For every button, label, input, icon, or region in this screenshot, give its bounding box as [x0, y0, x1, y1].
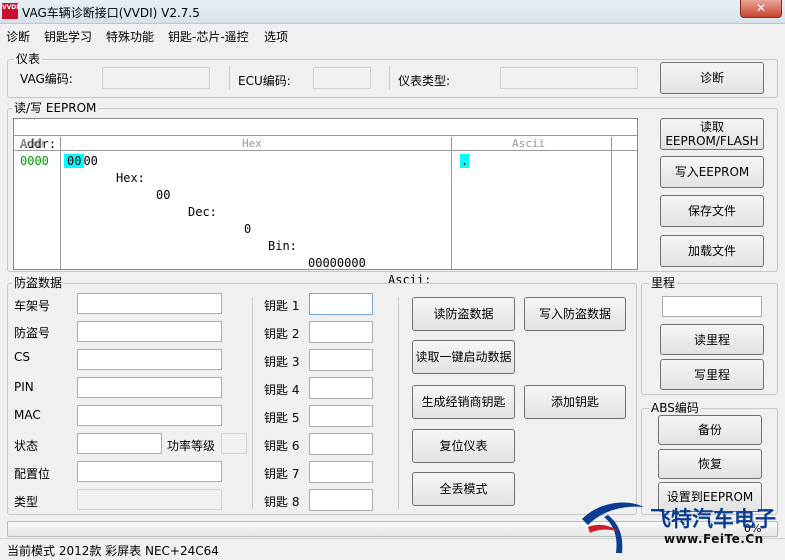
reset-cluster-button[interactable]: 复位仪表 — [412, 429, 515, 463]
write-eeprom-button[interactable]: 写入EEPROM — [660, 156, 764, 188]
immo-group-label: 防盗数据 — [12, 276, 65, 290]
field-label-config: 配置位 — [14, 467, 51, 481]
abs-backup-button[interactable]: 备份 — [658, 415, 762, 445]
load-file-button[interactable]: 加载文件 — [660, 235, 764, 267]
pin-field[interactable] — [77, 377, 222, 398]
hex-status-line: Addr: 0000 Hex: 00 Dec: 0 Bin: 00000000 … — [14, 119, 637, 304]
field-label-vin: 车架号 — [14, 299, 51, 313]
grid-line — [611, 137, 612, 269]
field-label-pin: PIN — [14, 380, 34, 394]
watermark: 飞特汽车电子 www.FeiTe.Cn — [578, 497, 783, 557]
key-4-label: 钥匙 4 — [264, 383, 300, 397]
key-5-label: 钥匙 5 — [264, 411, 300, 425]
field-label-cs: CS — [14, 350, 30, 364]
hex-column-header: Addr Hex Ascii — [14, 137, 637, 151]
key-1-label: 钥匙 1 — [264, 299, 300, 313]
watermark-url: www.FeiTe.Cn — [664, 532, 764, 546]
ecu-code-field[interactable] — [313, 67, 371, 89]
eeprom-group-label: 读/写 EEPROM — [12, 101, 99, 115]
key-2-label: 钥匙 2 — [264, 327, 300, 341]
mac-field[interactable] — [77, 405, 222, 426]
menu-bar: 诊断 钥匙学习 特殊功能 钥匙-芯片-遥控 选项 — [0, 25, 785, 45]
read-keyless-data-button[interactable]: 读取一键启动数据 — [412, 340, 515, 374]
row-hex-cell[interactable]: 00 — [64, 154, 85, 168]
key-5-field[interactable] — [309, 405, 373, 427]
read-immo-button[interactable]: 读防盗数据 — [412, 297, 515, 331]
hex-editor[interactable]: Addr: 0000 Hex: 00 Dec: 0 Bin: 00000000 … — [13, 118, 638, 304]
instrument-group-label: 仪表 — [14, 52, 43, 66]
vag-code-label: VAG编码: — [20, 72, 73, 86]
title-bar: VVDI VAG车辆诊断接口(VVDI) V2.7.5 ✕ — [0, 0, 785, 24]
key-7-label: 钥匙 7 — [264, 467, 300, 481]
key-6-label: 钥匙 6 — [264, 439, 300, 453]
row-ascii-cell[interactable]: . — [460, 154, 470, 168]
watermark-brand: 飞特汽车电子 — [650, 507, 776, 531]
immo-id-field[interactable] — [77, 321, 222, 342]
diagnose-button[interactable]: 诊断 — [660, 62, 764, 94]
vin-field[interactable] — [77, 293, 222, 314]
write-immo-button[interactable]: 写入防盗数据 — [524, 297, 626, 331]
instrument-type-field[interactable] — [500, 67, 638, 89]
field-label-status: 状态 — [14, 439, 39, 453]
mileage-group-label: 里程 — [649, 276, 678, 290]
config-field[interactable] — [77, 461, 222, 482]
key-4-field[interactable] — [309, 377, 373, 399]
menu-diagnose[interactable]: 诊断 — [6, 28, 30, 45]
hex-value: 00 — [156, 188, 171, 202]
power-level-label: 功率等级 — [167, 439, 216, 453]
abs-group-label: ABS编码 — [649, 401, 701, 415]
watermark-logo-icon — [582, 502, 644, 553]
bin-value: 00000000 — [308, 256, 366, 270]
read-eeprom-button[interactable]: 读取 EEPROM/FLASH — [660, 118, 764, 150]
save-file-button[interactable]: 保存文件 — [660, 195, 764, 227]
vag-code-field[interactable] — [102, 67, 210, 89]
key-8-field[interactable] — [309, 489, 373, 511]
add-key-button[interactable]: 添加钥匙 — [524, 385, 626, 419]
close-button[interactable]: ✕ — [740, 0, 782, 18]
key-7-field[interactable] — [309, 461, 373, 483]
type-field[interactable] — [77, 489, 222, 510]
all-keys-lost-button[interactable]: 全丢模式 — [412, 472, 515, 506]
menu-key-learning[interactable]: 钥匙学习 — [44, 28, 92, 45]
row-addr: 0000 — [20, 154, 49, 168]
divider — [398, 297, 399, 509]
status-text: 当前模式 2012款 彩屏表 NEC+24C64 — [7, 544, 219, 558]
cs-field[interactable] — [77, 349, 222, 370]
status-field[interactable] — [77, 433, 162, 454]
dec-value: 0 — [244, 222, 252, 236]
divider — [389, 66, 390, 90]
field-label-immo-id: 防盗号 — [14, 326, 51, 340]
col-hex: Hex — [242, 137, 262, 150]
field-label-mac: MAC — [14, 408, 41, 422]
power-level-field[interactable] — [221, 433, 247, 454]
grid-line — [451, 137, 452, 269]
read-mileage-button[interactable]: 读里程 — [660, 324, 764, 355]
key-8-label: 钥匙 8 — [264, 495, 300, 509]
divider — [229, 66, 230, 90]
key-3-field[interactable] — [309, 349, 373, 371]
col-addr: Addr — [20, 137, 47, 150]
app-logo-icon: VVDI — [2, 3, 19, 19]
key-2-field[interactable] — [309, 321, 373, 343]
field-label-type: 类型 — [14, 495, 39, 509]
dec-label: Dec: — [188, 205, 217, 219]
instrument-type-label: 仪表类型: — [398, 74, 451, 88]
ecu-code-label: ECU编码: — [238, 74, 291, 88]
window-title: VAG车辆诊断接口(VVDI) V2.7.5 — [22, 6, 200, 20]
mileage-field[interactable] — [662, 296, 762, 317]
menu-key-chip-remote[interactable]: 钥匙-芯片-遥控 — [168, 28, 249, 45]
menu-options[interactable]: 选项 — [264, 28, 288, 45]
divider — [252, 297, 253, 509]
menu-special-functions[interactable]: 特殊功能 — [106, 28, 154, 45]
grid-line — [60, 137, 61, 269]
generate-dealer-key-button[interactable]: 生成经销商钥匙 — [412, 385, 515, 419]
write-mileage-button[interactable]: 写里程 — [660, 359, 764, 390]
bin-label: Bin: — [268, 239, 297, 253]
key-1-field[interactable] — [309, 293, 373, 315]
hex-label: Hex: — [116, 171, 145, 185]
abs-restore-button[interactable]: 恢复 — [658, 449, 762, 479]
key-6-field[interactable] — [309, 433, 373, 455]
key-3-label: 钥匙 3 — [264, 355, 300, 369]
col-ascii: Ascii — [512, 137, 546, 150]
